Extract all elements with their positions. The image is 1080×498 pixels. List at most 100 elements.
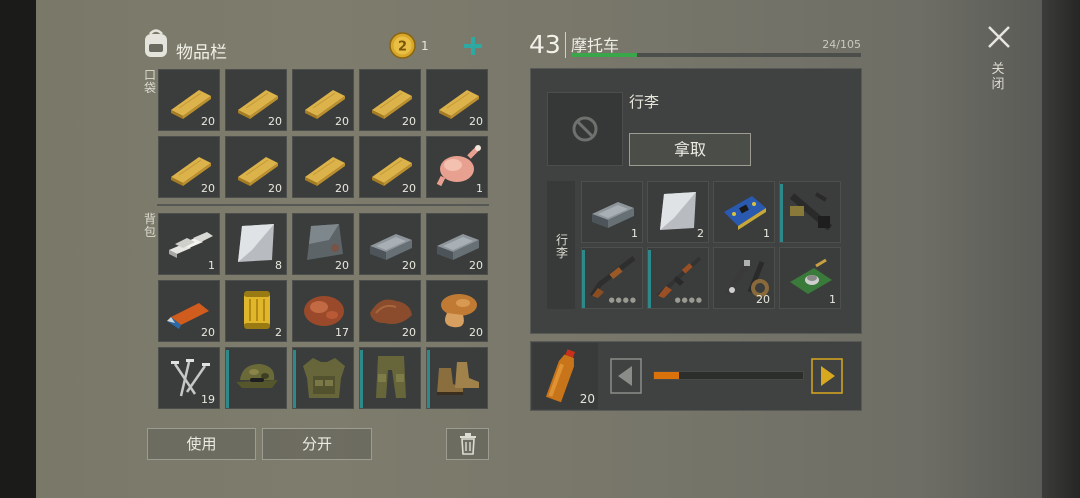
item-slot[interactable]: 20 <box>158 69 220 131</box>
ak-rifle-icon <box>654 254 704 300</box>
take-button[interactable]: 拿取 <box>629 133 751 166</box>
item-count: 20 <box>268 115 282 128</box>
item-slot[interactable]: 1 <box>779 247 841 309</box>
svg-text:2: 2 <box>398 40 407 55</box>
item-count: 8 <box>275 259 282 272</box>
luggage-slot[interactable] <box>547 92 623 166</box>
item-count: 19 <box>201 393 215 406</box>
trash-icon <box>459 433 476 455</box>
item-count: 20 <box>335 259 349 272</box>
vehicle-level: 43 <box>529 30 561 59</box>
item-count: 1 <box>763 227 770 240</box>
trash-button[interactable] <box>446 428 489 460</box>
item-slot[interactable]: 20 <box>158 136 220 198</box>
item-slot[interactable]: 1 <box>713 181 775 243</box>
close-label[interactable]: 关闭 <box>991 62 1005 92</box>
boots-icon <box>433 354 483 400</box>
item-slot[interactable] <box>426 347 488 409</box>
item-count: 20 <box>268 182 282 195</box>
trunk-label: 行李 <box>555 233 568 260</box>
item-slot[interactable]: ●●●● <box>647 247 709 309</box>
split-button[interactable]: 分开 <box>262 428 372 460</box>
item-slot[interactable]: 20 <box>426 280 488 342</box>
item-count: 20 <box>201 115 215 128</box>
arrow-left-icon <box>610 358 642 394</box>
item-count: 20 <box>335 115 349 128</box>
luggage-title: 行李 <box>629 93 660 111</box>
item-slot[interactable]: 20 <box>359 213 421 275</box>
item-count: 1 <box>208 259 215 272</box>
gasoline-bottle-icon <box>545 349 575 403</box>
item-slot[interactable]: ●●●● <box>581 247 643 309</box>
fuel-slider-fill <box>654 372 680 379</box>
item-slot[interactable]: 1 <box>426 136 488 198</box>
camo-cap-icon <box>232 354 282 400</box>
item-slot[interactable]: 19 <box>158 347 220 409</box>
item-slot[interactable] <box>292 347 354 409</box>
fuel-item-count: 20 <box>579 392 595 406</box>
item-slot[interactable]: 20 <box>713 247 775 309</box>
fuel-slider-track[interactable] <box>653 371 804 380</box>
item-count: 1 <box>631 227 638 240</box>
item-slot[interactable]: 2 <box>647 181 709 243</box>
item-slot[interactable]: 20 <box>359 280 421 342</box>
fuel-increase-button[interactable] <box>811 358 843 394</box>
fuel-item-slot[interactable]: 20 <box>532 343 598 409</box>
capacity-fill <box>571 53 638 57</box>
item-slot[interactable]: 20 <box>292 69 354 131</box>
left-edge <box>0 0 36 498</box>
item-count: 20 <box>402 182 416 195</box>
item-slot[interactable]: 20 <box>292 136 354 198</box>
item-slot[interactable] <box>225 347 287 409</box>
item-slot[interactable]: 20 <box>426 69 488 131</box>
item-count: 20 <box>469 326 483 339</box>
item-count: 20 <box>469 259 483 272</box>
item-count: 17 <box>335 326 349 339</box>
equipable-marker <box>226 350 229 408</box>
item-count: 20 <box>402 326 416 339</box>
pocket-label: 口袋 <box>143 68 156 95</box>
camo-vest-icon <box>299 354 349 400</box>
item-slot[interactable] <box>779 181 841 243</box>
use-button[interactable]: 使用 <box>147 428 256 460</box>
backpack-label: 背包 <box>143 212 156 239</box>
coin-icon: 2 <box>389 32 416 59</box>
item-slot[interactable] <box>359 347 421 409</box>
ammo-dots: ●●●● <box>608 296 637 304</box>
add-coins-button[interactable] <box>462 35 484 57</box>
shotgun-icon <box>588 254 638 300</box>
item-slot[interactable]: 20 <box>292 213 354 275</box>
vehicle-capacity: 24/105 <box>822 38 861 51</box>
capacity-track <box>571 53 861 57</box>
item-count: 20 <box>335 182 349 195</box>
item-count: 20 <box>201 326 215 339</box>
equipable-marker <box>582 250 585 308</box>
item-slot[interactable]: 17 <box>292 280 354 342</box>
close-icon <box>988 26 1010 48</box>
item-slot[interactable]: 20 <box>359 136 421 198</box>
item-slot[interactable]: 20 <box>225 136 287 198</box>
item-slot[interactable]: 1 <box>158 213 220 275</box>
item-count: 20 <box>402 115 416 128</box>
fuel-decrease-button[interactable] <box>610 358 642 394</box>
item-slot[interactable]: 2 <box>225 280 287 342</box>
motorcycle-handlebar-icon <box>786 188 836 234</box>
item-slot[interactable]: 1 <box>581 181 643 243</box>
item-slot[interactable]: 20 <box>158 280 220 342</box>
right-edge <box>1042 0 1080 498</box>
item-count: 20 <box>402 259 416 272</box>
inventory-title: 物品栏 <box>176 43 227 63</box>
item-slot[interactable]: 20 <box>359 69 421 131</box>
item-count: 20 <box>469 115 483 128</box>
item-slot[interactable]: 20 <box>426 213 488 275</box>
arrow-right-icon <box>811 358 843 394</box>
level-divider <box>565 32 566 58</box>
item-slot[interactable]: 8 <box>225 213 287 275</box>
item-slot[interactable]: 20 <box>225 69 287 131</box>
close-button[interactable] <box>986 24 1012 50</box>
ammo-dots: ●●●● <box>674 296 703 304</box>
item-count: 2 <box>697 227 704 240</box>
equipable-marker <box>780 184 783 242</box>
no-item-icon <box>572 116 598 142</box>
equipable-marker <box>648 250 651 308</box>
